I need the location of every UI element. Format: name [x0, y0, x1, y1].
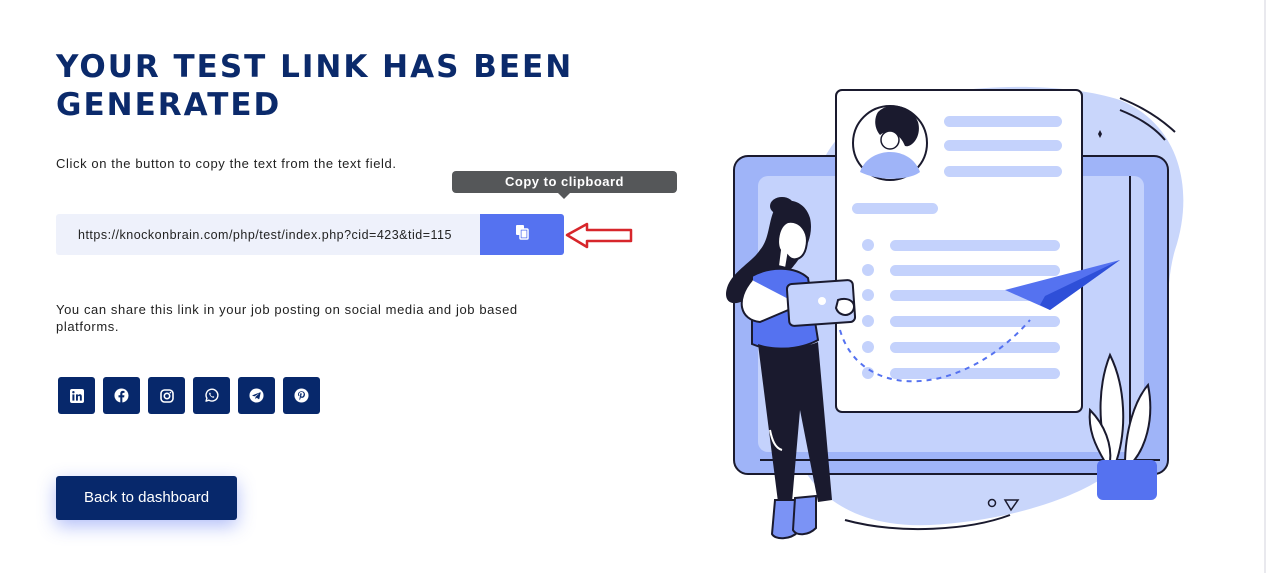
- back-to-dashboard-button[interactable]: Back to dashboard: [56, 476, 237, 520]
- telegram-share-button[interactable]: [238, 377, 275, 414]
- whatsapp-icon: [205, 388, 219, 402]
- resume-illustration: [725, 86, 1184, 540]
- share-description: You can share this link in your job post…: [56, 302, 518, 334]
- copy-icon: [514, 224, 530, 245]
- copy-instruction: Click on the button to copy the text fro…: [56, 156, 397, 171]
- instagram-icon: [159, 388, 174, 403]
- telegram-icon: [249, 388, 264, 403]
- test-link-container: [56, 214, 482, 255]
- pinterest-share-button[interactable]: [283, 377, 320, 414]
- pinterest-icon: [294, 388, 309, 403]
- whatsapp-share-button[interactable]: [193, 377, 230, 414]
- facebook-icon: [114, 388, 129, 403]
- social-share-buttons: [58, 377, 320, 414]
- instagram-share-button[interactable]: [148, 377, 185, 414]
- facebook-share-button[interactable]: [103, 377, 140, 414]
- copy-tooltip: Copy to clipboard: [452, 171, 677, 193]
- linkedin-icon: [69, 388, 84, 403]
- tooltip-pointer: [558, 193, 570, 199]
- page-title: YOUR TEST LINK HAS BEEN GENERATED: [56, 49, 574, 123]
- copy-to-clipboard-button[interactable]: [480, 214, 564, 255]
- red-arrow-annotation-icon: [565, 222, 633, 249]
- linkedin-share-button[interactable]: [58, 377, 95, 414]
- test-link-input[interactable]: [56, 214, 482, 255]
